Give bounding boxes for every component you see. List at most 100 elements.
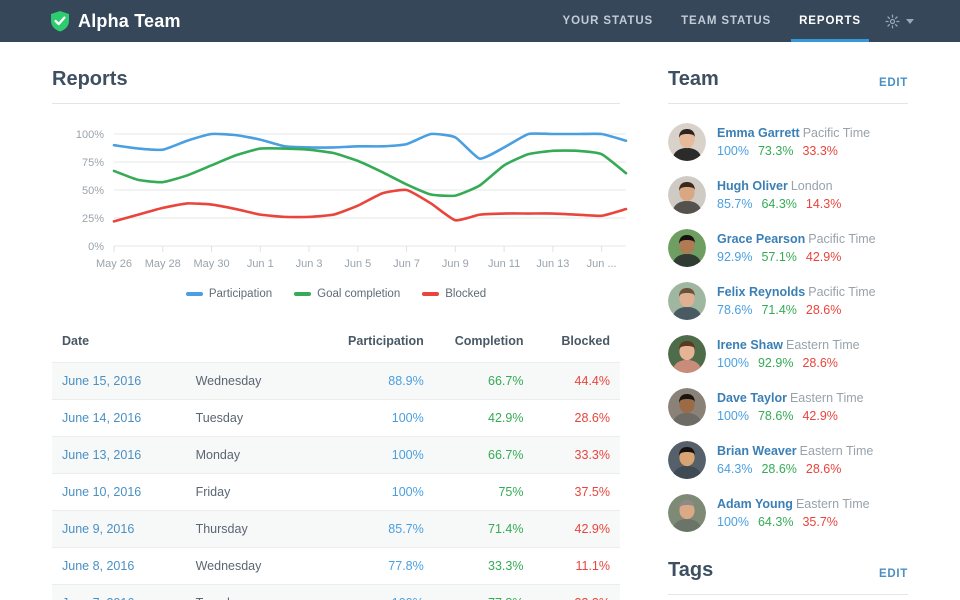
column-header-participation[interactable]: Participation: [325, 326, 434, 363]
cell-date[interactable]: June 15, 2016: [52, 363, 186, 400]
team-member-name[interactable]: Dave Taylor: [717, 391, 787, 405]
cell-completion: 66.7%: [488, 448, 524, 462]
tags-edit-link[interactable]: EDIT: [879, 568, 908, 582]
cell-date[interactable]: June 14, 2016: [52, 400, 186, 437]
team-member-stats: 85.7% 64.3% 14.3%: [717, 196, 841, 213]
primary-nav-menu: YOUR STATUS TEAM STATUS REPORTS: [549, 0, 921, 42]
legend-swatch-participation: [185, 292, 203, 296]
team-member-stats: 64.3% 28.6% 28.6%: [717, 461, 873, 478]
cell-date[interactable]: June 13, 2016: [52, 437, 186, 474]
team-member-info: Emma Garrett Pacific Time 100% 73.3% 33.3%: [717, 125, 870, 160]
table-row[interactable]: June 10, 2016 Friday 100% 75% 37.5%: [52, 473, 620, 511]
team-member-timezone: Eastern Time: [795, 496, 870, 511]
team-member-item[interactable]: Irene Shaw Eastern Time 100% 92.9% 28.6%: [668, 330, 908, 378]
team-member-blocked: 28.6%: [805, 461, 842, 476]
table-row[interactable]: June 7, 2016Tuesday100%77.8%33.3%: [52, 584, 620, 600]
team-member-item[interactable]: Felix Reynolds Pacific Time 78.6% 71.4% 28.6…: [668, 277, 908, 325]
tags-section-header: Tags EDIT: [668, 559, 908, 595]
cell-day: Tuesday: [186, 585, 325, 600]
team-member-completion: 78.6%: [757, 408, 794, 423]
avatar-irene[interactable]: [668, 335, 706, 373]
team-member-identity: Irene Shaw Eastern Time: [717, 337, 860, 354]
brand-logo[interactable]: Alpha Team: [50, 10, 181, 32]
cell-date[interactable]: June 8, 2016: [52, 548, 186, 585]
cell-participation: 85.7%: [388, 522, 424, 536]
x-axis-tick-label: Jun 13: [536, 258, 569, 270]
table-row[interactable]: June 13, 2016 Monday 100% 66.7% 33.3%: [52, 436, 620, 474]
team-member-name[interactable]: Irene Shaw: [717, 338, 783, 352]
page-body: Reports 0% 25% 50% 75% 100% May 26 May 28 May 3…: [0, 42, 960, 600]
chart-line-goal-completion: [112, 146, 628, 198]
cell-blocked: 33.3%: [574, 448, 610, 462]
team-member-item[interactable]: Emma Garrett Pacific Time 100% 73.3% 33.3%: [668, 118, 908, 166]
cell-participation: 88.9%: [388, 374, 424, 388]
team-member-blocked: 42.9%: [802, 408, 838, 423]
cell-participation: 77.8%: [388, 559, 424, 573]
column-header-blocked[interactable]: Blocked: [533, 326, 620, 363]
table-row[interactable]: June 8, 2016 Wednesday 77.8% 33.3% 11.1%: [52, 547, 620, 585]
team-member-blocked: 35.7%: [802, 514, 838, 529]
cell-day: Monday: [195, 448, 241, 462]
x-axis-tick-label: Jun 1: [247, 258, 274, 270]
team-member-blocked: 14.3%: [805, 196, 842, 211]
team-member-name[interactable]: Grace Pearson: [717, 232, 805, 246]
cell-participation: 100%: [325, 585, 434, 600]
cell-day: Wednesday: [195, 559, 262, 573]
team-member-item[interactable]: Brian Weaver Eastern Time 64.3% 28.6% 28.6%: [668, 436, 908, 484]
team-member-item[interactable]: Grace Pearson Pacific Time 92.9% 57.1% 42.9%: [668, 224, 908, 272]
page-title: Reports: [52, 68, 128, 90]
legend-item-goal-completion[interactable]: Goal completion: [294, 288, 400, 300]
team-member-info: Felix Reynolds Pacific Time 78.6% 71.4% 28.6…: [717, 284, 876, 319]
cell-date[interactable]: June 10, 2016: [52, 474, 186, 511]
team-member-name[interactable]: Brian Weaver: [717, 444, 797, 458]
legend-item-blocked[interactable]: Blocked: [422, 288, 486, 300]
legend-item-participation[interactable]: Participation: [185, 288, 272, 300]
cell-day: Wednesday: [195, 374, 262, 388]
team-member-info: Dave Taylor Eastern Time 100% 78.6% 42.9%: [717, 390, 864, 425]
avatar-adam[interactable]: [668, 494, 706, 532]
avatar-grace[interactable]: [668, 229, 706, 267]
team-section-header: Team EDIT: [668, 68, 908, 104]
team-member-completion: 64.3%: [757, 514, 794, 529]
avatar-hugh[interactable]: [668, 176, 706, 214]
team-member-item[interactable]: Dave Taylor Eastern Time 100% 78.6% 42.9%: [668, 383, 908, 431]
team-member-info: Adam Young Eastern Time 100% 64.3% 35.7%: [717, 496, 870, 531]
team-member-item[interactable]: Hugh Oliver London 85.7% 64.3% 14.3%: [668, 171, 908, 219]
table-row[interactable]: June 9, 2016 Thursday 85.7% 71.4% 42.9%: [52, 510, 620, 548]
y-axis-tick-label: 0%: [88, 241, 104, 253]
team-member-identity: Hugh Oliver London: [717, 178, 841, 195]
legend-label-blocked: Blocked: [445, 288, 487, 300]
team-member-name[interactable]: Hugh Oliver: [717, 179, 788, 193]
nav-item-reports[interactable]: REPORTS: [785, 0, 875, 42]
team-member-identity: Brian Weaver Eastern Time: [717, 443, 873, 460]
team-member-blocked: 33.3%: [802, 143, 838, 158]
cell-day: Thursday: [195, 522, 248, 536]
avatar-felix[interactable]: [668, 282, 706, 320]
nav-item-your-status[interactable]: YOUR STATUS: [549, 0, 668, 42]
x-axis-tick-label: Jun ...: [587, 258, 617, 270]
x-axis-tick-label: Jun 9: [442, 258, 469, 270]
nav-item-team-status[interactable]: TEAM STATUS: [667, 0, 785, 42]
cell-completion: 33.3%: [488, 559, 524, 573]
gear-icon: [885, 14, 900, 29]
team-member-name[interactable]: Felix Reynolds: [717, 285, 805, 299]
team-member-stats: 100% 73.3% 33.3%: [717, 143, 870, 160]
team-member-info: Grace Pearson Pacific Time 92.9% 57.1% 42.9%: [717, 231, 876, 266]
table-row[interactable]: June 15, 2016 Wednesday 88.9% 66.7% 44.4%: [52, 362, 620, 400]
settings-menu-button[interactable]: [875, 14, 920, 29]
column-header-completion[interactable]: Completion: [434, 326, 534, 363]
column-header-date[interactable]: Date: [52, 326, 186, 363]
cell-blocked: 11.1%: [575, 559, 610, 573]
team-member-name[interactable]: Adam Young: [717, 497, 793, 511]
team-member-name[interactable]: Emma Garrett: [717, 126, 800, 140]
team-member-identity: Adam Young Eastern Time: [717, 496, 870, 513]
avatar-emma[interactable]: [668, 123, 706, 161]
team-edit-link[interactable]: EDIT: [879, 77, 908, 91]
team-member-participation: 100%: [717, 355, 749, 370]
avatar-brian[interactable]: [668, 441, 706, 479]
table-row[interactable]: June 14, 2016 Tuesday 100% 42.9% 28.6%: [52, 399, 620, 437]
avatar-dave[interactable]: [668, 388, 706, 426]
cell-date[interactable]: June 9, 2016: [52, 511, 186, 548]
cell-date[interactable]: June 7, 2016: [52, 585, 186, 600]
team-member-item[interactable]: Adam Young Eastern Time 100% 64.3% 35.7%: [668, 489, 908, 537]
